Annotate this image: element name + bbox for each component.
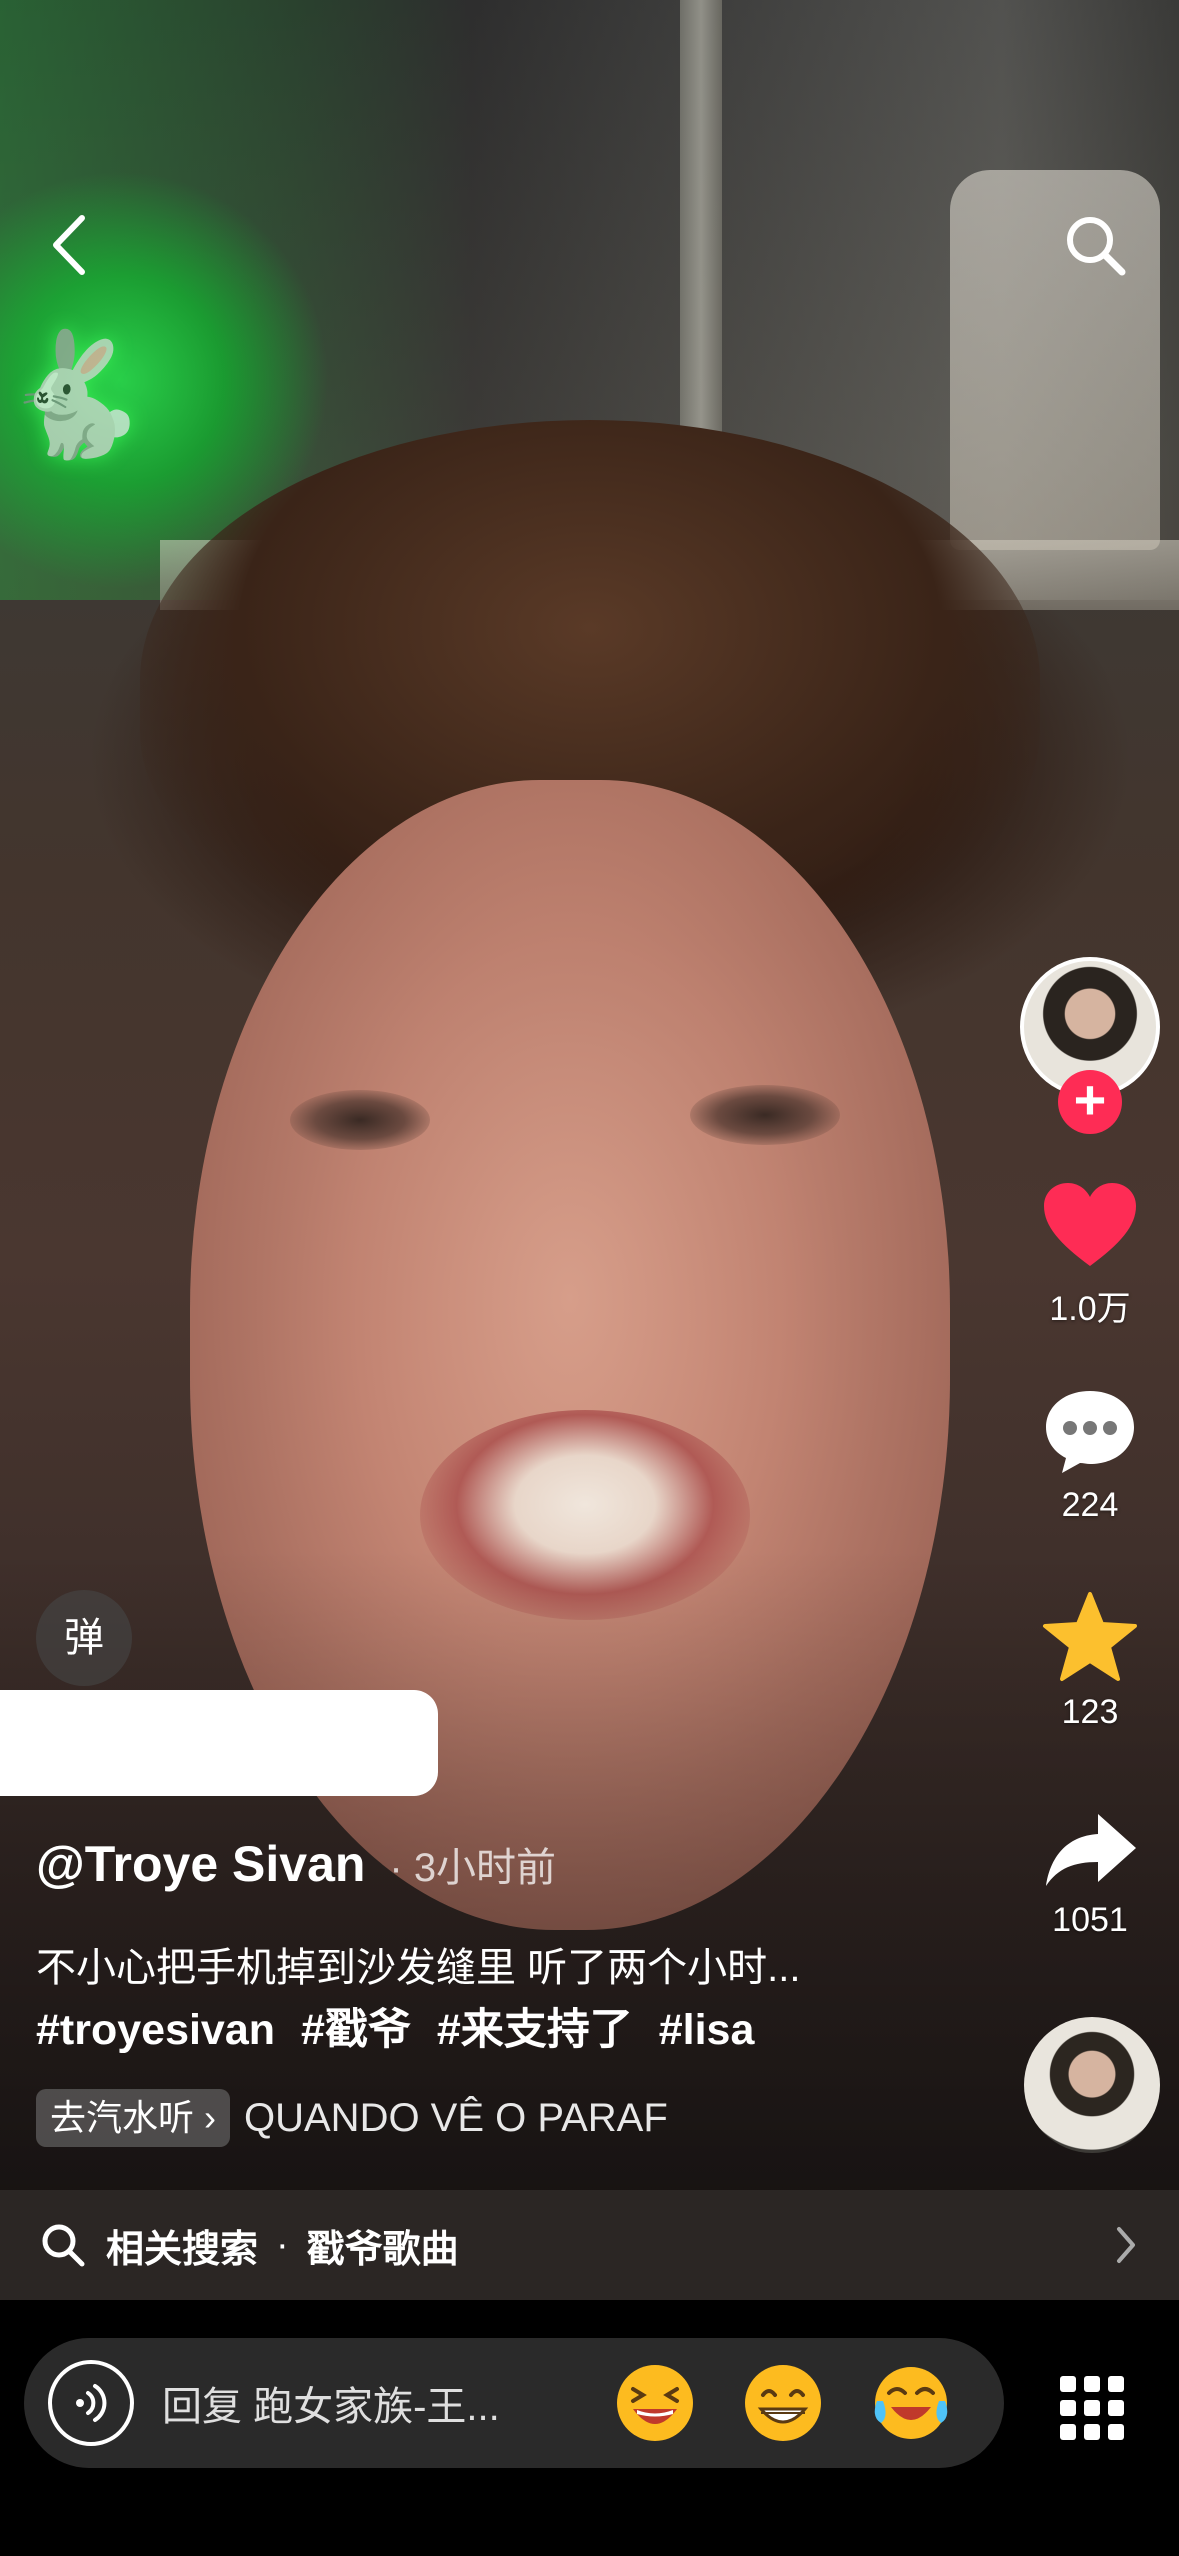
left-eye <box>290 1090 430 1150</box>
grid-dot <box>1108 2376 1124 2392</box>
search-icon <box>1067 217 1126 276</box>
favorite-button[interactable]: 123 <box>1030 1590 1150 1732</box>
tears-of-joy-emoji-icon <box>874 2367 948 2439</box>
back-button[interactable] <box>24 200 114 290</box>
grid-dot <box>1084 2400 1100 2416</box>
related-search-label: 相关搜索 <box>106 2228 259 2271</box>
grid-dot <box>1060 2424 1076 2440</box>
voice-input-button[interactable] <box>48 2360 134 2446</box>
hashtag-lisa[interactable]: #lisa <box>659 2006 755 2054</box>
favorite-count: 123 <box>1061 1693 1119 1731</box>
grid-dot <box>1084 2424 1100 2440</box>
share-button[interactable]: 1051 <box>1030 1810 1150 1940</box>
grid-dot <box>1060 2400 1076 2416</box>
search-button[interactable] <box>1050 200 1140 290</box>
reply-input-placeholder[interactable]: 回复 跑女家族-王... <box>162 2374 582 2432</box>
comment-input-pill[interactable]: 回复 跑女家族-王... <box>24 2338 1004 2468</box>
share-count: 1051 <box>1052 1901 1128 1939</box>
post-time: · 3小时前 <box>389 1846 556 1890</box>
comment-input-bar: 回复 跑女家族-王... <box>0 2300 1179 2556</box>
grid-dot <box>1060 2376 1076 2392</box>
author-name[interactable]: @Troye Sivan <box>36 1836 365 1892</box>
heart-icon <box>1044 1183 1136 1266</box>
video-description[interactable]: 不小心把手机掉到沙发缝里 听了两个小时... <box>36 1935 916 1993</box>
search-icon <box>42 2224 85 2267</box>
comment-button[interactable]: 224 <box>1030 1385 1150 1525</box>
grid-dot <box>1084 2376 1100 2392</box>
related-search-separator: · <box>276 2223 289 2266</box>
related-search-bar[interactable]: 相关搜索 · 戳爷歌曲 <box>0 2190 1179 2300</box>
star-icon <box>1043 1592 1137 1681</box>
chevron-left-icon <box>53 215 85 275</box>
grinning-emoji-icon <box>745 2365 821 2441</box>
laughing-emoji-icon <box>617 2365 693 2441</box>
redacted-comment-bar <box>0 1690 438 1796</box>
related-search-query: 戳爷歌曲 <box>306 2228 459 2271</box>
author-line: @Troye Sivan · 3小时前 <box>36 1835 556 1893</box>
hashtag-support[interactable]: #来支持了 <box>437 2006 633 2054</box>
comment-bubble-icon <box>1046 1391 1134 1473</box>
hashtag-list: #troyesivan #戳爷 #来支持了 #lisa <box>36 1995 768 2057</box>
hashtag-troyesivan[interactable]: #troyesivan <box>36 2006 275 2054</box>
listen-on-qishui-button[interactable]: 去汽水听 › <box>36 2089 230 2147</box>
video-feed-screen: 🐇 + 1.0万 224 123 1051 弹 @Troye Sivan · 3… <box>0 0 1179 2556</box>
caption-shade <box>0 1550 1179 2300</box>
hashtag-zhuoye[interactable]: #戳爷 <box>301 2006 411 2054</box>
time-separator: · <box>389 1846 403 1890</box>
danmu-toggle-button[interactable]: 弹 <box>36 1590 132 1686</box>
grid-menu-button[interactable] <box>1060 2376 1124 2440</box>
laughing-emoji-button[interactable] <box>600 2348 710 2458</box>
right-eye <box>690 1085 840 1145</box>
music-disc[interactable] <box>1024 2017 1160 2153</box>
like-button[interactable]: 1.0万 <box>1030 1180 1150 1330</box>
grid-dot <box>1108 2424 1124 2440</box>
chevron-right-icon <box>1117 2227 1135 2263</box>
music-title[interactable]: QUANDO VÊ O PARAF <box>244 2096 724 2141</box>
share-arrow-icon <box>1046 1814 1136 1886</box>
grinning-emoji-button[interactable] <box>728 2348 838 2458</box>
like-count: 1.0万 <box>1049 1290 1131 1328</box>
neon-sign: 🐇 <box>0 328 150 462</box>
comment-count: 224 <box>1061 1486 1119 1524</box>
sound-wave-icon <box>76 2384 107 2422</box>
grid-dot <box>1108 2400 1124 2416</box>
post-time-text: 3小时前 <box>413 1846 557 1890</box>
follow-button[interactable]: + <box>1058 1070 1122 1134</box>
music-line: 去汽水听 › QUANDO VÊ O PARAF <box>36 2088 724 2148</box>
tears-of-joy-emoji-button[interactable] <box>856 2348 966 2458</box>
